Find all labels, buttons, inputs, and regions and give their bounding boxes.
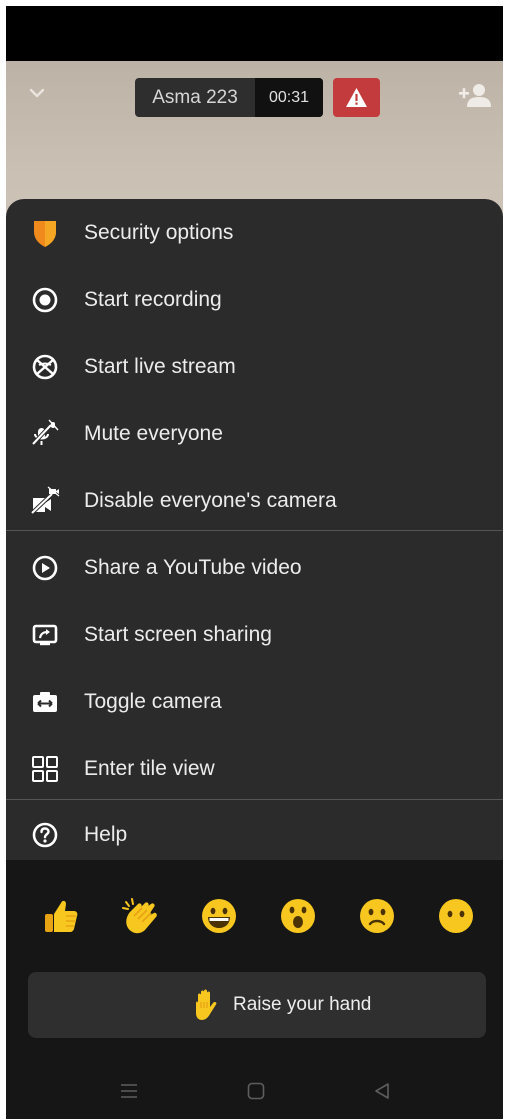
- menu-item-security-options[interactable]: Security options: [6, 199, 503, 266]
- menu-item-label: Share a YouTube video: [84, 556, 302, 579]
- participant-name: Asma 223: [152, 87, 238, 108]
- menu-item-label: Start recording: [84, 288, 222, 311]
- menu-item-tile-view[interactable]: Enter tile view: [6, 735, 503, 802]
- warning-icon: [346, 88, 367, 107]
- sad-icon[interactable]: [355, 894, 399, 938]
- live-stream-icon: [30, 352, 60, 382]
- grin-icon[interactable]: [197, 894, 241, 938]
- menu-item-share-youtube[interactable]: Share a YouTube video: [6, 534, 503, 601]
- participant-pill: Asma 223 00:31: [135, 78, 323, 117]
- menu-item-disable-cameras[interactable]: Disable everyone's camera: [6, 467, 503, 534]
- screen-share-icon: [30, 620, 60, 650]
- call-screen: Asma 223 00:31 Security options Start re…: [6, 6, 503, 1119]
- menu-item-mute-everyone[interactable]: Mute everyone: [6, 400, 503, 467]
- neutral-face-icon[interactable]: [434, 894, 478, 938]
- thumbs-up-icon[interactable]: [39, 894, 83, 938]
- shield-icon: [30, 218, 60, 248]
- camera-switch-icon: [30, 687, 60, 717]
- overflow-menu-sheet: Security options Start recording Start l…: [6, 199, 503, 860]
- menu-item-label: Enter tile view: [84, 757, 215, 780]
- record-icon: [30, 285, 60, 315]
- chevron-down-icon[interactable]: [28, 84, 46, 102]
- android-nav-bar: [6, 1065, 503, 1119]
- play-icon: [30, 553, 60, 583]
- menu-item-label: Toggle camera: [84, 690, 222, 713]
- menu-item-label: Start screen sharing: [84, 623, 272, 646]
- home-icon[interactable]: [246, 1081, 266, 1106]
- menu-item-toggle-camera[interactable]: Toggle camera: [6, 668, 503, 735]
- recent-apps-icon[interactable]: [119, 1081, 139, 1106]
- add-participant-icon[interactable]: [458, 82, 492, 113]
- reactions-panel: Raise your hand: [6, 860, 503, 1065]
- menu-item-start-live-stream[interactable]: Start live stream: [6, 333, 503, 400]
- menu-divider: [6, 799, 503, 800]
- help-icon: [30, 820, 60, 850]
- menu-item-label: Security options: [84, 221, 234, 244]
- raise-hand-label: Raise your hand: [233, 994, 372, 1015]
- menu-item-label: Help: [84, 823, 128, 846]
- menu-divider: [6, 530, 503, 531]
- menu-item-label: Start live stream: [84, 355, 236, 378]
- status-bar: [6, 6, 503, 61]
- raised-hand-icon: [192, 989, 222, 1026]
- warning-button[interactable]: [333, 78, 380, 117]
- mute-everyone-icon: [30, 419, 60, 449]
- menu-item-start-recording[interactable]: Start recording: [6, 266, 503, 333]
- menu-item-label: Disable everyone's camera: [84, 489, 337, 512]
- tile-view-icon: [30, 754, 60, 784]
- camera-off-icon: [30, 486, 60, 516]
- menu-item-label: Mute everyone: [84, 422, 223, 445]
- clap-icon[interactable]: [118, 894, 162, 938]
- call-timer: 00:31: [255, 78, 323, 117]
- menu-item-help[interactable]: Help: [6, 801, 503, 868]
- back-icon[interactable]: [372, 1081, 392, 1106]
- raise-hand-button[interactable]: Raise your hand: [28, 972, 486, 1038]
- surprised-icon[interactable]: [276, 894, 320, 938]
- menu-item-screen-sharing[interactable]: Start screen sharing: [6, 601, 503, 668]
- call-toolbar: Asma 223 00:31: [6, 72, 503, 117]
